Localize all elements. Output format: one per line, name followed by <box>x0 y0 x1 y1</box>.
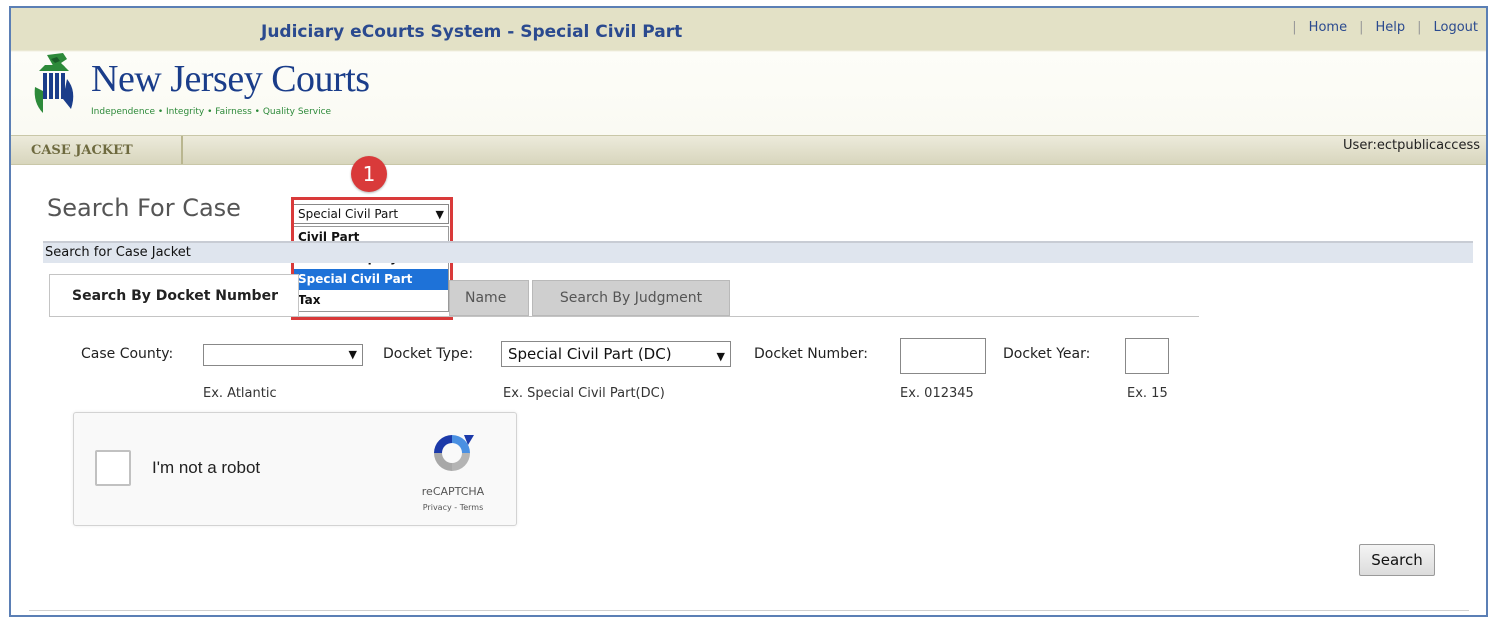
callout-badge: 1 <box>351 156 387 192</box>
logo-tagline: Independence • Integrity • Fairness • Qu… <box>91 107 332 117</box>
link-separator: | <box>1417 20 1422 35</box>
tab-case-jacket[interactable]: CASE JACKET <box>11 136 183 164</box>
chevron-down-icon: ▼ <box>348 348 357 361</box>
recaptcha-label: I'm not a robot <box>152 458 261 477</box>
case-county-example: Ex. Atlantic <box>203 386 277 401</box>
tab-divider <box>49 316 1199 317</box>
case-county-select[interactable]: ▼ <box>203 344 363 366</box>
option-tax[interactable]: Tax <box>294 290 448 311</box>
search-button[interactable]: Search <box>1359 544 1435 576</box>
browser-frame: Judiciary eCourts System - Special Civil… <box>9 6 1488 617</box>
page-title: Search For Case <box>47 194 241 222</box>
recaptcha-privacy-terms[interactable]: Privacy - Terms <box>414 503 492 512</box>
court-select[interactable]: Special Civil Part ▼ <box>293 204 449 224</box>
docket-number-input[interactable] <box>900 338 986 374</box>
user-label: User:ectpublicaccess <box>1343 138 1480 153</box>
chevron-down-icon: ▼ <box>435 208 444 221</box>
tab-search-by-docket-number[interactable]: Search By Docket Number <box>49 274 299 316</box>
logo-wordmark: New Jersey Courts <box>91 58 370 100</box>
recaptcha-widget: I'm not a robot reCAPTCHA Privacy - Term… <box>73 412 517 526</box>
tab-search-by-name[interactable]: Name <box>449 280 529 316</box>
docket-type-example: Ex. Special Civil Part(DC) <box>503 386 665 401</box>
docket-number-label: Docket Number: <box>754 346 868 362</box>
docket-year-label: Docket Year: <box>1003 346 1091 362</box>
app-title: Judiciary eCourts System - Special Civil… <box>261 22 683 42</box>
option-special-civil-part[interactable]: Special Civil Part <box>294 269 448 290</box>
logout-link[interactable]: Logout <box>1433 20 1478 35</box>
page-content: Judiciary eCourts System - Special Civil… <box>11 8 1486 615</box>
docket-year-example: Ex. 15 <box>1127 386 1168 401</box>
docket-type-label: Docket Type: <box>383 346 474 362</box>
footer-divider <box>29 610 1469 611</box>
docket-type-value: Special Civil Part (DC) <box>508 345 672 363</box>
nj-state-emblem-icon <box>34 53 74 113</box>
help-link[interactable]: Help <box>1375 20 1405 35</box>
nav-bar: CASE JACKET User:ectpublicaccess <box>11 135 1486 165</box>
top-links: | Home | Help | Logout <box>1280 20 1478 35</box>
link-separator: | <box>1359 20 1364 35</box>
recaptcha-checkbox[interactable] <box>95 450 131 486</box>
recaptcha-logo-icon <box>434 435 474 471</box>
tab-search-by-judgment[interactable]: Search By Judgment <box>532 280 730 316</box>
section-title-bar: Search for Case Jacket <box>43 241 1473 263</box>
home-link[interactable]: Home <box>1309 20 1347 35</box>
link-separator: | <box>1292 20 1297 35</box>
chevron-down-icon: ▼ <box>716 350 725 363</box>
court-select-dropdown: Civil Part General Equity Special Civil … <box>293 226 449 312</box>
docket-type-select[interactable]: Special Civil Part (DC) ▼ <box>501 341 731 367</box>
case-county-label: Case County: <box>81 346 174 362</box>
nj-courts-logo[interactable]: New Jersey Courts Independence • Integri… <box>33 51 373 121</box>
docket-year-input[interactable] <box>1125 338 1169 374</box>
site-header: Judiciary eCourts System - Special Civil… <box>11 8 1486 137</box>
court-select-value: Special Civil Part <box>298 207 399 221</box>
recaptcha-brand: reCAPTCHA <box>421 485 485 498</box>
docket-number-example: Ex. 012345 <box>900 386 974 401</box>
